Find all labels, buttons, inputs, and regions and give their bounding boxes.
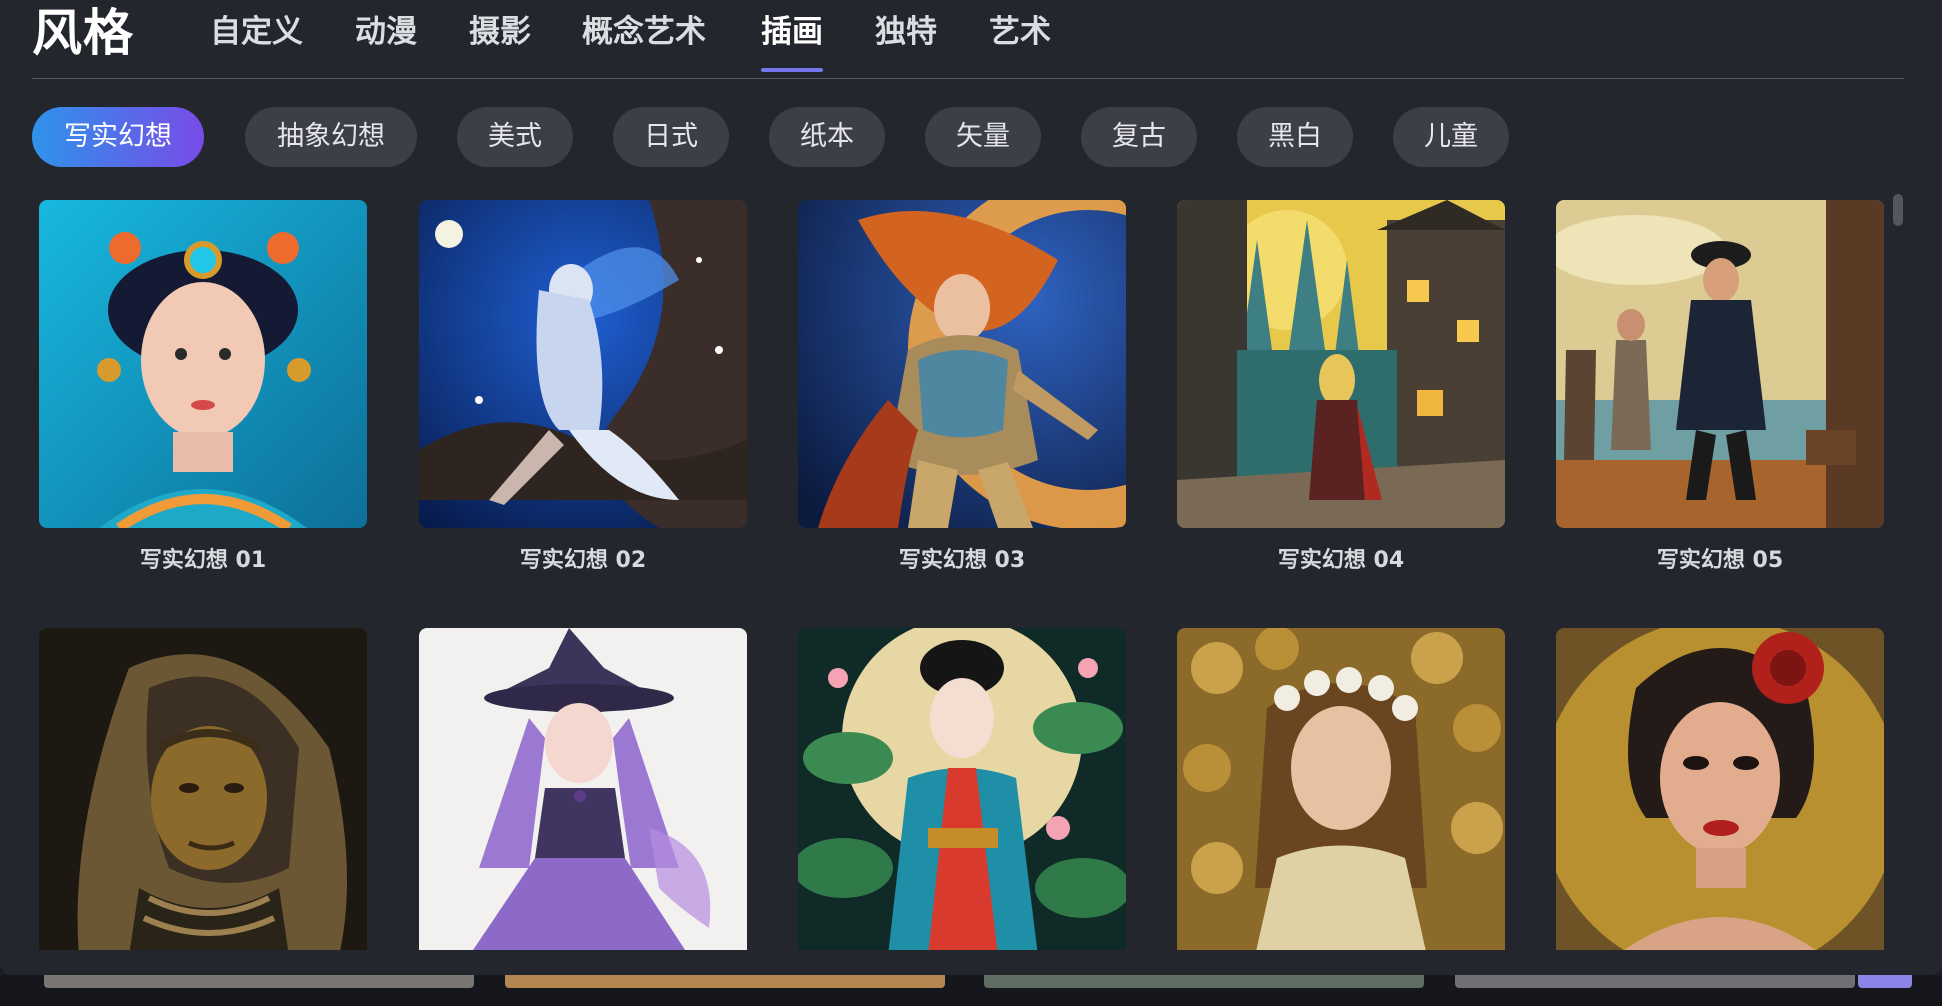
tab-label: 摄影 bbox=[469, 14, 531, 50]
fairy-night-tree-image bbox=[419, 200, 747, 528]
gallery-scrollbar-thumb[interactable] bbox=[1893, 194, 1903, 226]
style-card-label: 写实幻想 04 bbox=[1277, 548, 1405, 573]
tab-anime[interactable]: 动漫 bbox=[355, 12, 417, 52]
warrior-red-hair-image bbox=[798, 200, 1126, 528]
tab-label: 自定义 bbox=[210, 14, 303, 50]
style-card-label: 写实幻想 01 bbox=[139, 548, 267, 573]
style-card-label: 写实幻想 03 bbox=[898, 548, 1026, 573]
rose-hair-woman-image bbox=[1556, 628, 1884, 950]
chip-abstract-fantasy[interactable]: 抽象幻想 bbox=[245, 107, 417, 167]
style-picker-dialog: 风格 自定义 动漫 摄影 概念艺术 插画 独特 艺术 写实幻想 抽象幻想 美式 … bbox=[0, 0, 1942, 975]
background-thumbnail bbox=[1858, 975, 1912, 988]
active-tab-indicator bbox=[761, 68, 823, 72]
portrait-jeweled-woman-image bbox=[39, 200, 367, 528]
tab-label: 动漫 bbox=[355, 14, 417, 50]
chip-children[interactable]: 儿童 bbox=[1393, 107, 1509, 167]
fantasy-town-image bbox=[1177, 200, 1505, 528]
tab-concept-art[interactable]: 概念艺术 bbox=[582, 12, 706, 52]
purple-witch-image bbox=[419, 628, 747, 950]
chip-american[interactable]: 美式 bbox=[457, 107, 573, 167]
background-thumbnail bbox=[505, 975, 945, 988]
style-card-label: 写实幻想 05 bbox=[1656, 548, 1784, 573]
tab-label: 概念艺术 bbox=[582, 14, 706, 50]
tab-label: 插画 bbox=[761, 14, 823, 50]
style-header: 风格 自定义 动漫 摄影 概念艺术 插画 独特 艺术 bbox=[32, 0, 1904, 79]
background-page-strip bbox=[0, 975, 1942, 1006]
chip-black-white[interactable]: 黑白 bbox=[1237, 107, 1353, 167]
chip-japanese[interactable]: 日式 bbox=[613, 107, 729, 167]
chip-realistic-fantasy[interactable]: 写实幻想 bbox=[32, 107, 204, 167]
background-thumbnail bbox=[984, 975, 1424, 988]
moon-lotus-lady-image bbox=[798, 628, 1126, 950]
chip-retro[interactable]: 复古 bbox=[1081, 107, 1197, 167]
chip-paper[interactable]: 纸本 bbox=[769, 107, 885, 167]
flower-crown-girl-image bbox=[1177, 628, 1505, 950]
page-title: 风格 bbox=[32, 4, 134, 62]
tab-illustration[interactable]: 插画 bbox=[761, 12, 823, 72]
tab-art[interactable]: 艺术 bbox=[989, 12, 1051, 52]
hooded-figure-image bbox=[39, 628, 367, 950]
tab-label: 艺术 bbox=[989, 14, 1051, 50]
chip-vector[interactable]: 矢量 bbox=[925, 107, 1041, 167]
pirates-ship-image bbox=[1556, 200, 1884, 528]
tab-unique[interactable]: 独特 bbox=[875, 12, 937, 52]
style-card-label: 写实幻想 02 bbox=[519, 548, 647, 573]
tab-custom[interactable]: 自定义 bbox=[210, 12, 303, 52]
background-thumbnail bbox=[44, 975, 474, 988]
tab-photography[interactable]: 摄影 bbox=[469, 12, 531, 52]
tab-label: 独特 bbox=[875, 14, 937, 50]
background-thumbnail bbox=[1455, 975, 1855, 988]
